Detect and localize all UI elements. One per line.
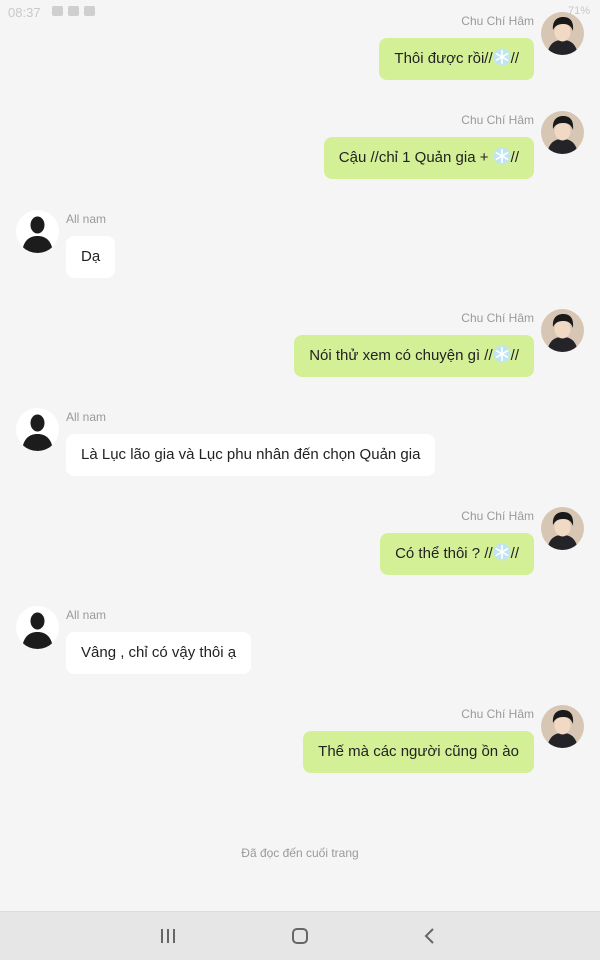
recent-apps-icon <box>161 929 175 943</box>
message-text-suffix: // <box>510 545 519 562</box>
avatar[interactable] <box>16 606 59 649</box>
snowflake-emoji <box>493 345 511 364</box>
user-photo-icon <box>541 111 584 154</box>
message-8: Chu Chí Hâm Thế mà các người cũng ồn ào <box>16 705 584 775</box>
profile-silhouette-icon <box>16 210 59 253</box>
sender-name: Chu Chí Hâm <box>461 707 534 721</box>
user-photo-icon <box>541 309 584 352</box>
message-text-suffix: // <box>510 347 519 364</box>
profile-silhouette-icon <box>16 408 59 451</box>
profile-silhouette-icon <box>16 606 59 649</box>
message-text: Có thể thôi ? // <box>395 545 493 562</box>
message-3: All nam Dạ <box>16 210 584 280</box>
message-text: Là Lục lão gia và Lục phu nhân đến chọn … <box>81 446 421 463</box>
user-photo-icon <box>541 507 584 550</box>
message-text: Dạ <box>81 248 101 265</box>
user-photo-icon <box>541 12 584 55</box>
message-6: Chu Chí Hâm Có thể thôi ? // // <box>16 507 584 577</box>
message-bubble[interactable]: Cậu //chỉ 1 Quản gia + // <box>323 137 534 179</box>
snowflake-icon <box>493 543 511 561</box>
snowflake-icon <box>493 147 511 165</box>
message-text: Vâng , chỉ có vậy thôi ạ <box>81 644 237 661</box>
message-7: All nam Vâng , chỉ có vậy thôi ạ <box>16 606 584 676</box>
back-icon <box>424 928 434 944</box>
avatar[interactable] <box>541 309 584 352</box>
recent-apps-button[interactable] <box>138 912 198 960</box>
message-bubble[interactable]: Dạ <box>66 236 116 278</box>
navigation-bar <box>0 911 600 960</box>
message-bubble[interactable]: Thôi được rồi// // <box>379 38 534 80</box>
message-text-suffix: // <box>510 149 519 166</box>
avatar[interactable] <box>16 210 59 253</box>
end-of-page-text: Đã đọc đến cuối trang <box>241 846 359 860</box>
message-bubble[interactable]: Thế mà các người cũng ồn ào <box>303 731 534 773</box>
sender-name: All nam <box>66 212 107 226</box>
message-text: Thôi được rồi// <box>394 50 493 67</box>
home-icon <box>292 928 308 944</box>
home-button[interactable] <box>270 912 330 960</box>
avatar[interactable] <box>541 507 584 550</box>
avatar[interactable] <box>541 111 584 154</box>
snowflake-emoji <box>493 543 511 562</box>
message-text-suffix: // <box>510 50 519 67</box>
sender-name: All nam <box>66 410 107 424</box>
snowflake-icon <box>493 48 511 66</box>
message-bubble[interactable]: Có thể thôi ? // // <box>380 533 534 575</box>
snowflake-icon <box>493 345 511 363</box>
message-text: Nói thử xem có chuyện gì // <box>309 347 493 364</box>
message-1: Chu Chí Hâm Thôi được rồi// // <box>16 12 584 82</box>
avatar[interactable] <box>16 408 59 451</box>
snowflake-emoji <box>493 147 511 166</box>
sender-name: Chu Chí Hâm <box>461 113 534 127</box>
message-5: All nam Là Lục lão gia và Lục phu nhân đế… <box>16 408 584 478</box>
avatar[interactable] <box>541 12 584 55</box>
sender-name: Chu Chí Hâm <box>461 14 534 28</box>
message-2: Chu Chí Hâm Cậu //chỉ 1 Quản gia + // <box>16 111 584 181</box>
snowflake-emoji <box>493 48 511 67</box>
message-4: Chu Chí Hâm Nói thử xem có chuyện gì // // <box>16 309 584 379</box>
message-bubble[interactable]: Vâng , chỉ có vậy thôi ạ <box>66 632 252 674</box>
sender-name: Chu Chí Hâm <box>461 311 534 325</box>
sender-name: Chu Chí Hâm <box>461 509 534 523</box>
avatar[interactable] <box>541 705 584 748</box>
message-text: Cậu //chỉ 1 Quản gia + <box>338 149 493 166</box>
message-text: Thế mà các người cũng ồn ào <box>318 743 519 760</box>
back-button[interactable] <box>400 912 460 960</box>
sender-name: All nam <box>66 608 107 622</box>
user-photo-icon <box>541 705 584 748</box>
message-bubble[interactable]: Là Lục lão gia và Lục phu nhân đến chọn … <box>66 434 436 476</box>
message-bubble[interactable]: Nói thử xem có chuyện gì // // <box>294 335 534 377</box>
